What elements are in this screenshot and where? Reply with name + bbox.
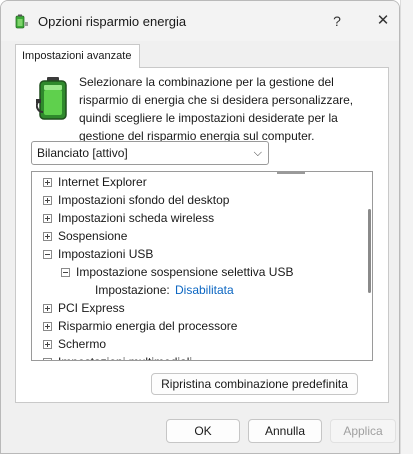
setting-value-link[interactable]: Disabilitata [175,281,234,299]
tree-item-label: Schermo [58,337,107,351]
expand-icon[interactable] [43,304,52,313]
tree-item-label: Impostazioni USB [58,247,154,261]
description-text: Selezionare la combinazione per la gesti… [79,75,354,143]
tree-item-label: Risparmio energia del processore [58,319,238,333]
close-button[interactable]: ✕ [371,9,395,33]
expand-icon[interactable] [43,358,52,360]
expand-icon[interactable] [43,178,52,187]
tree-item-label: Impostazioni sfondo del desktop [58,193,230,207]
expand-icon[interactable] [43,322,52,331]
expand-icon[interactable] [43,214,52,223]
battery-icon [36,77,67,120]
advanced-settings-panel: Selezionare la combinazione per la gesti… [15,67,389,403]
tree-item-label: Impostazioni scheda wireless [58,211,215,225]
setting-label: Impostazione: [95,283,170,297]
collapse-icon[interactable] [61,268,70,277]
settings-tree[interactable]: Internet Explorer Impostazioni sfondo de… [31,171,373,361]
apply-button[interactable]: Applica [330,419,396,443]
battery-plug-icon [15,14,28,29]
tree-item-label: Internet Explorer [58,175,147,189]
tab-advanced-settings[interactable]: Impostazioni avanzate [15,44,140,68]
power-options-dialog: Opzioni risparmio energia ? ✕ Impostazio… [0,0,400,454]
tree-item-label: Impostazione sospensione selettiva USB [76,265,294,279]
power-plan-select[interactable]: Bilanciato [attivo] ⌵ [31,141,269,165]
title-bar: Opzioni risparmio energia ? ✕ [1,1,399,41]
ok-button[interactable]: OK [166,419,240,443]
expand-icon[interactable] [43,232,52,241]
cancel-button[interactable]: Annulla [248,419,322,443]
window-title: Opzioni risparmio energia [38,14,187,29]
expand-icon[interactable] [43,340,52,349]
tree-item-label: Impostazioni multimediali [58,353,192,360]
power-plan-value: Bilanciato [attivo] [37,146,128,160]
expand-icon[interactable] [43,196,52,205]
background-window [400,0,413,454]
restore-defaults-button[interactable]: Ripristina combinazione predefinita [151,373,358,395]
collapse-icon[interactable] [43,250,52,259]
scrollbar-thumb[interactable] [368,209,371,293]
chevron-down-icon: ⌵ [253,147,262,159]
tree-item-label: PCI Express [58,301,125,315]
help-button[interactable]: ? [325,9,349,33]
tree-item-label: Sospensione [58,229,128,243]
tree-scrollbar[interactable] [368,172,372,360]
